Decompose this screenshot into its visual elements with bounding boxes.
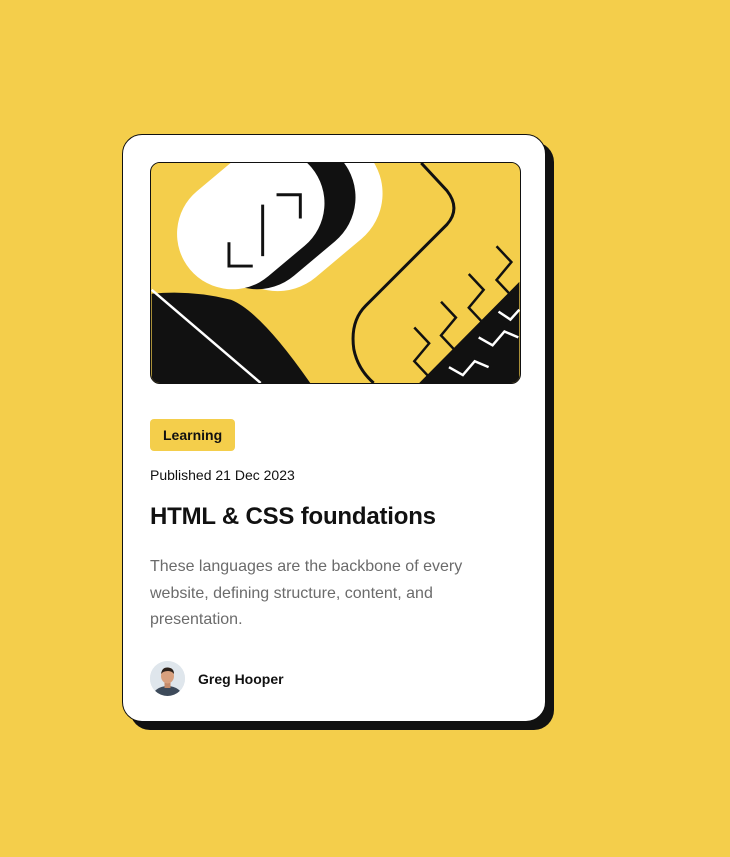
avatar [150, 661, 185, 696]
card-description: These languages are the backbone of ever… [150, 558, 463, 628]
hero-illustration [150, 162, 521, 384]
blog-preview-card: Learning Published 21 Dec 2023 HTML & CS… [122, 134, 546, 722]
card-title[interactable]: HTML & CSS foundations [150, 503, 436, 531]
category-tag: Learning [150, 419, 236, 451]
author: Greg Hooper [150, 661, 284, 696]
author-name: Greg Hooper [198, 670, 284, 687]
person-avatar-icon [150, 661, 185, 696]
abstract-geometric-illustration [151, 163, 520, 383]
published-date: Published 21 Dec 2023 [150, 467, 295, 483]
